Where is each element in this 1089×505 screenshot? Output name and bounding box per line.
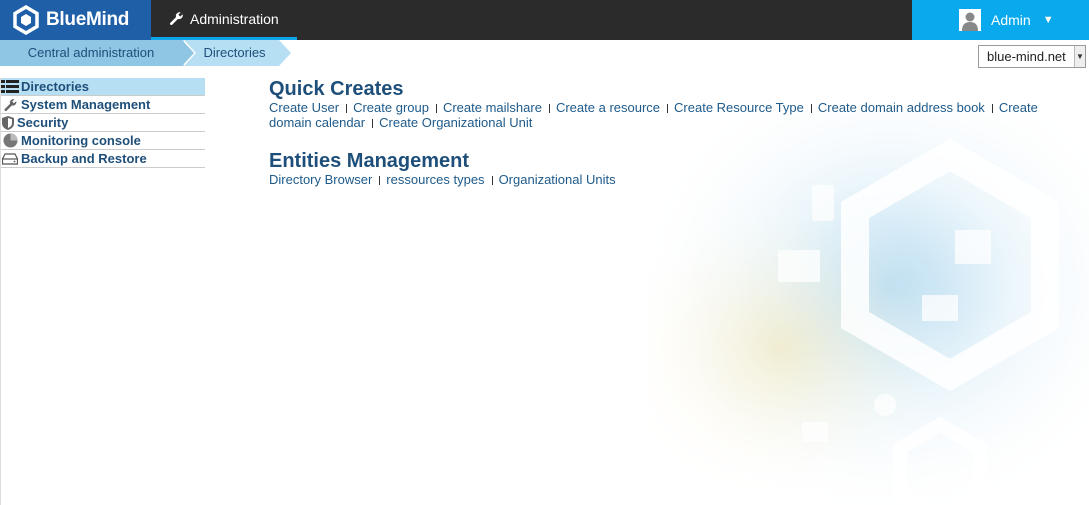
administration-tab[interactable]: Administration <box>151 0 297 40</box>
entities-management-title: Entities Management <box>269 150 470 172</box>
sidebar-item-monitoring-console[interactable]: Monitoring console <box>1 132 205 150</box>
sidebar-item-security[interactable]: Security <box>1 114 205 132</box>
create-resource-link[interactable]: Create a resource <box>556 100 660 115</box>
shield-icon <box>1 115 15 130</box>
entities-management-links: Directory Browser ressources types Organiz… <box>269 172 1079 187</box>
sidebar-item-label: Monitoring console <box>21 133 141 148</box>
sidebar-item-label: System Management <box>21 97 151 112</box>
main-content: Quick Creates Create User Create group Cre… <box>269 78 1079 187</box>
user-menu[interactable]: Admin ▼ <box>912 0 1089 40</box>
create-resource-type-link[interactable]: Create Resource Type <box>674 100 804 115</box>
avatar-icon <box>959 9 981 31</box>
bluemind-logo-icon <box>13 5 39 35</box>
chevron-down-icon: ▼ <box>1042 14 1054 26</box>
sidebar-item-backup-and-restore[interactable]: Backup and Restore <box>1 150 205 168</box>
pie-chart-icon <box>1 133 19 148</box>
sidebar-item-label: Security <box>17 115 69 130</box>
sidebar-item-label: Directories <box>21 79 89 94</box>
ressources-types-link[interactable]: ressources types <box>386 172 484 187</box>
create-group-link[interactable]: Create group <box>353 100 429 115</box>
logo-text: BlueMind <box>46 9 130 30</box>
directory-browser-link[interactable]: Directory Browser <box>269 172 372 187</box>
domain-select-value: blue-mind.net <box>987 49 1066 64</box>
organizational-units-link[interactable]: Organizational Units <box>499 172 616 187</box>
breadcrumb-directories[interactable]: Directories <box>182 40 279 66</box>
dropdown-arrow-icon[interactable]: ▼ <box>1074 46 1085 67</box>
sidebar: Directories System Management Security M… <box>0 78 205 505</box>
create-user-link[interactable]: Create User <box>269 100 339 115</box>
create-mailshare-link[interactable]: Create mailshare <box>443 100 542 115</box>
domain-select[interactable]: blue-mind.net ▼ <box>978 45 1086 68</box>
list-icon <box>1 80 19 94</box>
create-organizational-unit-link[interactable]: Create Organizational Unit <box>379 115 532 130</box>
sidebar-item-directories[interactable]: Directories <box>1 78 205 96</box>
sidebar-item-label: Backup and Restore <box>21 151 147 166</box>
bluemind-logo[interactable]: BlueMind <box>0 0 151 40</box>
sidebar-item-system-management[interactable]: System Management <box>1 96 205 114</box>
create-domain-address-book-link[interactable]: Create domain address book <box>818 100 985 115</box>
wrench-icon <box>170 12 183 25</box>
breadcrumb-central-administration[interactable]: Central administration <box>0 40 182 66</box>
administration-tab-label: Administration <box>190 10 279 27</box>
top-bar: BlueMind Administration Admin ▼ <box>0 0 1089 40</box>
quick-creates-title: Quick Creates <box>269 78 404 100</box>
drive-icon <box>1 152 19 166</box>
user-name: Admin <box>991 12 1031 28</box>
wrench-icon <box>1 98 19 112</box>
quick-creates-links: Create User Create group Create mailshare C… <box>269 100 1079 130</box>
